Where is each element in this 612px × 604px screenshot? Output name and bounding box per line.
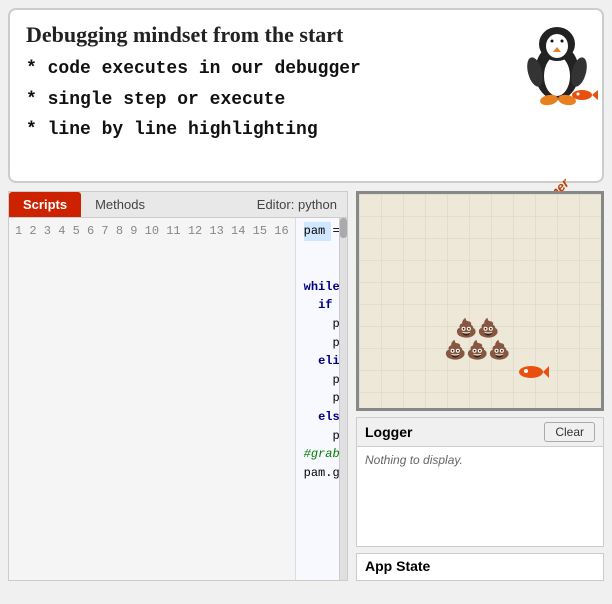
grid-svg: 💩 💩 💩 💩 💩 xyxy=(359,194,601,408)
header-title: Debugging mindset from the start xyxy=(26,22,586,48)
code-panel: Scripts Methods Editor: python 1 2 3 4 5… xyxy=(8,191,348,581)
bullet-2: single step or execute xyxy=(26,85,586,116)
header-banner: Debugging mindset from the start code ex… xyxy=(8,8,604,183)
logger-header: Logger Clear xyxy=(357,418,603,447)
logger-panel: Logger Clear Nothing to display. xyxy=(356,417,604,547)
svg-text:💩: 💩 xyxy=(488,339,510,360)
bullet-3: line by line highlighting xyxy=(26,115,586,146)
right-panel: 💩 💩 💩 💩 💩 Logger Clear Nothing to displa… xyxy=(356,191,604,581)
scroll-indicator[interactable] xyxy=(339,218,347,580)
line-numbers: 1 2 3 4 5 6 7 8 9 10 11 12 13 14 15 16 xyxy=(9,218,296,580)
scroll-thumb xyxy=(340,218,347,238)
grid-canvas: 💩 💩 💩 💩 💩 xyxy=(356,191,604,411)
tab-bar: Scripts Methods Editor: python xyxy=(9,192,347,218)
svg-text:💩: 💩 xyxy=(455,317,477,338)
svg-text:💩: 💩 xyxy=(466,339,488,360)
tab-methods[interactable]: Methods xyxy=(81,192,159,217)
code-editor: 1 2 3 4 5 6 7 8 9 10 11 12 13 14 15 16 p… xyxy=(9,218,347,580)
main-content: Scripts Methods Editor: python 1 2 3 4 5… xyxy=(8,191,604,581)
app-state-title: App State xyxy=(365,558,430,574)
logger-title: Logger xyxy=(365,424,544,440)
tab-scripts[interactable]: Scripts xyxy=(9,192,81,217)
svg-text:💩: 💩 xyxy=(477,317,499,338)
header-bullets: code executes in our debugger single ste… xyxy=(26,54,586,146)
app-state-panel: App State xyxy=(356,553,604,581)
clear-button[interactable]: Clear xyxy=(544,422,595,442)
penguin-icon xyxy=(512,10,602,110)
logger-content: Nothing to display. xyxy=(357,447,603,473)
code-content[interactable]: pam = Penguin(9,0) while not pam.isFish(… xyxy=(296,218,339,580)
editor-label: Editor: python xyxy=(257,197,347,212)
svg-text:💩: 💩 xyxy=(444,339,466,360)
bullet-1: code executes in our debugger xyxy=(26,54,586,85)
